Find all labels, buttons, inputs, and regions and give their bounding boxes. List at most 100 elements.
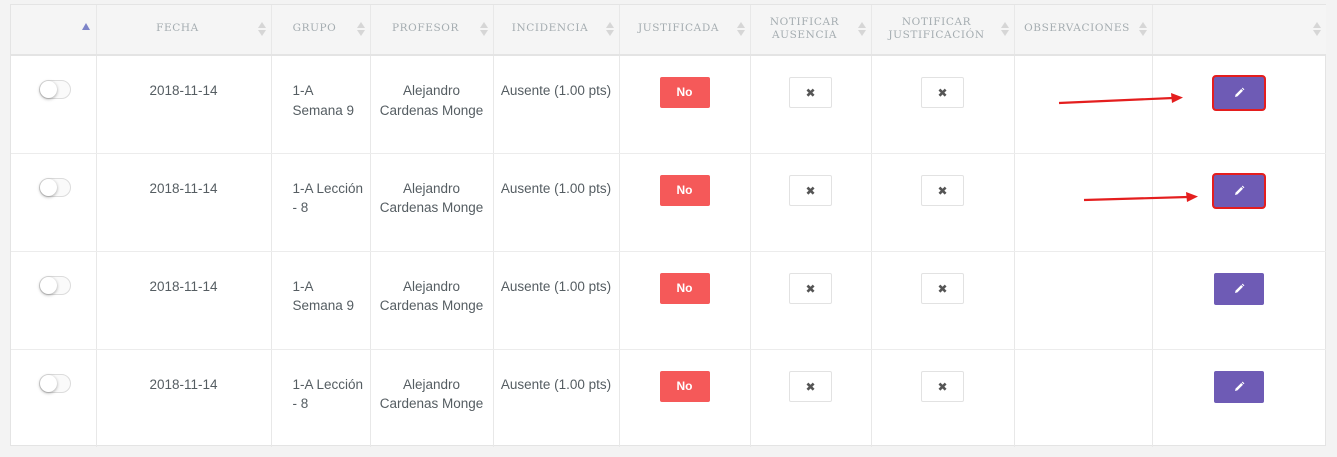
- sort-arrows-icon: [736, 22, 745, 38]
- incidencia-cell: Ausente (1.00 pts): [493, 349, 620, 447]
- pencil-icon: [1235, 87, 1245, 97]
- justificada-cell: No: [619, 251, 751, 350]
- header-notificar-ausencia[interactable]: Notificar ausencia: [750, 5, 872, 56]
- header-label: Notificar ausencia: [769, 16, 840, 41]
- select-cell: [11, 251, 97, 350]
- notificar-justificacion-cell: ✖: [871, 55, 1015, 154]
- select-cell: [11, 153, 97, 252]
- header-select[interactable]: [11, 5, 97, 56]
- profesor-cell: Alejandro Cardenas Monge: [370, 251, 494, 350]
- notificar-justificacion-button[interactable]: ✖: [921, 370, 964, 402]
- edit-button[interactable]: [1214, 370, 1265, 403]
- pencil-icon: [1235, 381, 1245, 391]
- incidencia-cell: Ausente (1.00 pts): [493, 153, 620, 252]
- row-toggle[interactable]: [39, 80, 72, 99]
- table-row: 2018-11-14 1-A Lección - 8 Alejandro Car…: [11, 153, 1326, 252]
- header-actions[interactable]: [1152, 5, 1326, 56]
- pencil-icon: [1235, 283, 1245, 293]
- grupo-cell: 1-A Semana 9: [271, 55, 371, 154]
- actions-cell: [1152, 153, 1326, 252]
- fecha-cell: 2018-11-14: [96, 153, 272, 252]
- grupo-cell: 1-A Lección - 8: [271, 349, 371, 447]
- select-cell: [11, 55, 97, 154]
- header-label: Fecha: [156, 22, 199, 34]
- header-label: Notificar justificación: [888, 16, 985, 41]
- header-notificar-justificacion[interactable]: Notificar justificación: [871, 5, 1015, 56]
- header-label: Profesor: [391, 22, 460, 34]
- sort-arrows-icon: [1313, 22, 1321, 38]
- grupo-cell: 1-A Semana 9: [271, 251, 371, 350]
- fecha-cell: 2018-11-14: [96, 349, 272, 447]
- row-toggle[interactable]: [39, 177, 72, 197]
- justificada-no-button[interactable]: No: [659, 370, 710, 402]
- row-toggle[interactable]: [39, 275, 72, 295]
- notificar-justificacion-cell: ✖: [871, 251, 1015, 350]
- incidencia-cell: Ausente (1.00 pts): [493, 55, 620, 154]
- actions-cell: [1152, 251, 1326, 350]
- toggle-knob: [40, 81, 58, 98]
- header-label: Grupo: [292, 22, 337, 34]
- notificar-justificacion-cell: ✖: [871, 153, 1015, 252]
- toggle-knob: [40, 276, 58, 294]
- justificada-no-button[interactable]: No: [659, 272, 710, 304]
- justificada-cell: No: [619, 153, 751, 252]
- toggle-knob: [40, 178, 58, 196]
- sort-arrows-icon: [605, 22, 614, 38]
- table-row: 2018-11-14 1-A Lección - 8 Alejandro Car…: [11, 349, 1326, 447]
- row-toggle[interactable]: [39, 373, 72, 393]
- table-row: 2018-11-14 1-A Semana 9 Alejandro Carden…: [11, 55, 1326, 154]
- header-observaciones[interactable]: Observaciones: [1014, 5, 1153, 56]
- header-grupo[interactable]: Grupo: [271, 5, 371, 56]
- notificar-justificacion-button[interactable]: ✖: [921, 77, 964, 108]
- edit-button[interactable]: [1214, 272, 1265, 305]
- header-label: Incidencia: [511, 22, 589, 34]
- header-label: Justificada: [637, 22, 720, 34]
- profesor-cell: Alejandro Cardenas Monge: [370, 153, 494, 252]
- justificada-no-button[interactable]: No: [659, 174, 710, 206]
- select-cell: [11, 349, 97, 447]
- header-incidencia[interactable]: Incidencia: [493, 5, 620, 56]
- sort-arrows-icon: [479, 22, 488, 38]
- profesor-cell: Alejandro Cardenas Monge: [370, 55, 494, 154]
- sort-arrows-icon: [257, 22, 266, 38]
- fecha-cell: 2018-11-14: [96, 251, 272, 350]
- table-row: 2018-11-14 1-A Semana 9 Alejandro Carden…: [11, 251, 1326, 350]
- sort-arrows-icon: [1138, 22, 1147, 38]
- notificar-ausencia-button[interactable]: ✖: [789, 77, 832, 108]
- actions-cell: [1152, 349, 1326, 447]
- notificar-ausencia-button[interactable]: ✖: [789, 272, 832, 304]
- incidencia-cell: Ausente (1.00 pts): [493, 251, 620, 350]
- notificar-justificacion-button[interactable]: ✖: [921, 272, 964, 304]
- incidents-table-container: Fecha Grupo Profesor Incidencia Justific…: [10, 4, 1326, 447]
- profesor-cell: Alejandro Cardenas Monge: [370, 349, 494, 447]
- notificar-ausencia-button[interactable]: ✖: [789, 370, 832, 402]
- edit-button[interactable]: [1212, 75, 1267, 111]
- pencil-icon: [1235, 185, 1245, 195]
- observaciones-cell: [1014, 251, 1153, 350]
- sort-arrows-icon: [356, 22, 365, 38]
- actions-cell: [1152, 55, 1326, 154]
- notificar-justificacion-button[interactable]: ✖: [921, 174, 964, 206]
- edit-button[interactable]: [1212, 172, 1267, 209]
- notificar-ausencia-cell: ✖: [750, 153, 872, 252]
- table-header-row: Fecha Grupo Profesor Incidencia Justific…: [11, 5, 1326, 56]
- justificada-no-button[interactable]: No: [659, 77, 710, 108]
- header-profesor[interactable]: Profesor: [370, 5, 494, 56]
- justificada-cell: No: [619, 55, 751, 154]
- notificar-ausencia-button[interactable]: ✖: [789, 174, 832, 206]
- grupo-cell: 1-A Lección - 8: [271, 153, 371, 252]
- justificada-cell: No: [619, 349, 751, 447]
- notificar-justificacion-cell: ✖: [871, 349, 1015, 447]
- observaciones-cell: [1014, 55, 1153, 154]
- header-justificada[interactable]: Justificada: [619, 5, 751, 56]
- fecha-cell: 2018-11-14: [96, 55, 272, 154]
- sort-arrows-icon: [1000, 22, 1009, 38]
- notificar-ausencia-cell: ✖: [750, 349, 872, 447]
- notificar-ausencia-cell: ✖: [750, 55, 872, 154]
- toggle-knob: [40, 374, 58, 392]
- sort-ascending-icon: [81, 23, 90, 30]
- notificar-ausencia-cell: ✖: [750, 251, 872, 350]
- incidents-table: Fecha Grupo Profesor Incidencia Justific…: [11, 5, 1326, 447]
- header-fecha[interactable]: Fecha: [96, 5, 272, 56]
- sort-arrows-icon: [857, 22, 866, 38]
